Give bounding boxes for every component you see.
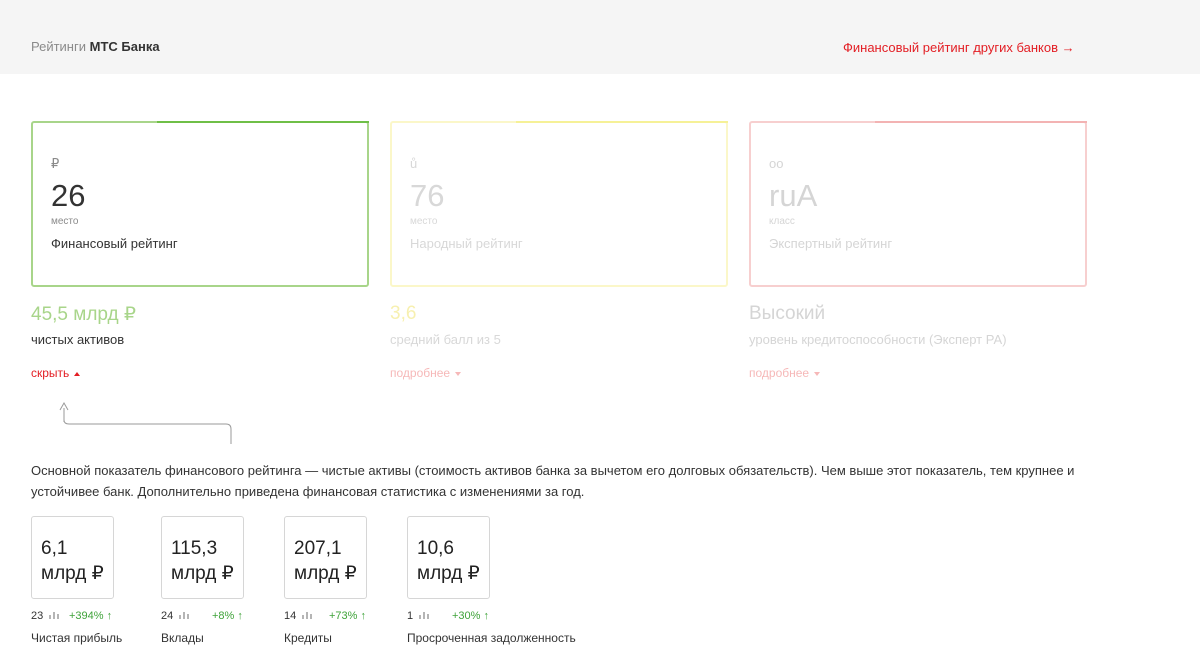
stat-rank: 1 (407, 610, 414, 622)
bar-chart-icon (49, 612, 60, 619)
bar-chart-icon (302, 612, 313, 619)
stat-overdue-debt: 10,6 млрд ₽ (407, 516, 490, 599)
card-financial-rating[interactable]: ₽ 26 место Финансовый рейтинг (31, 121, 369, 287)
caret-down-icon (814, 371, 821, 376)
card-title: Народный рейтинг (410, 236, 523, 251)
stat-meta: 24 +8% ↑ (161, 610, 243, 624)
summary-value-financial: 45,5 млрд ₽ (31, 304, 136, 325)
card-expert-rating[interactable]: oo ruA класс Экспертный рейтинг (749, 121, 1087, 287)
stat-meta: 23 +394% ↑ (31, 610, 112, 624)
card-unit: место (51, 216, 79, 227)
stat-rank: 14 (284, 610, 297, 622)
card-accent-line (875, 121, 1087, 123)
summary-value-expert: Высокий (749, 303, 826, 324)
stat-value-unit: млрд ₽ (294, 563, 357, 584)
stat-value: 6,1 (41, 538, 68, 559)
stat-change: +394% ↑ (69, 610, 113, 622)
stat-value-unit: млрд ₽ (171, 563, 234, 584)
card-value: ruA (769, 178, 818, 213)
glasses-icon: oo (769, 156, 784, 171)
summary-subtitle-popular: средний балл из 5 (390, 332, 501, 347)
toggle-label: подробнее (749, 366, 810, 380)
summary-subtitle-financial: чистых активов (31, 332, 125, 347)
stat-meta: 14 +73% ↑ (284, 610, 366, 624)
summary-value-popular: 3,6 (390, 303, 417, 324)
toggle-label: скрыть (31, 366, 70, 380)
card-title: Экспертный рейтинг (769, 236, 893, 251)
stat-meta: 1 +30% ↑ (407, 610, 489, 624)
toggle-label: подробнее (390, 366, 451, 380)
stat-rank: 24 (161, 610, 174, 622)
ruble-icon: ₽ (51, 156, 60, 171)
card-unit: место (410, 216, 438, 227)
stat-value-unit: млрд ₽ (417, 563, 480, 584)
card-title: Финансовый рейтинг (51, 236, 178, 251)
stat-value: 115,3 (171, 538, 218, 559)
stat-label: Вклады (161, 631, 204, 645)
stat-change: +30% ↑ (452, 610, 489, 622)
hide-toggle[interactable]: скрыть (31, 366, 81, 380)
stat-value: 10,6 (417, 538, 454, 559)
caret-up-icon (74, 371, 81, 376)
bar-chart-icon (179, 612, 190, 619)
card-unit: класс (769, 216, 795, 227)
breadcrumb-prefix: Рейтинги (31, 39, 86, 54)
stat-value: 207,1 (294, 538, 342, 559)
card-accent-line (516, 121, 728, 123)
breadcrumb: Рейтинги МТС Банка (31, 39, 160, 54)
description-text: Основной показатель финансового рейтинга… (31, 463, 1075, 499)
stat-loans: 207,1 млрд ₽ (284, 516, 367, 599)
top-bar: Рейтинги МТС Банка Финансовый рейтинг др… (0, 0, 1200, 74)
card-value: 26 (51, 178, 86, 213)
stat-rank: 23 (31, 610, 44, 622)
bank-name: МТС Банка (89, 39, 160, 54)
connector-arrow-icon (59, 401, 232, 444)
card-value: 76 (410, 178, 445, 213)
other-banks-link[interactable]: Финансовый рейтинг других банков → (843, 40, 1075, 55)
caret-down-icon (455, 371, 462, 376)
card-accent-line (157, 121, 369, 123)
summary-subtitle-expert: уровень кредитоспособности (Эксперт РА) (749, 332, 1007, 347)
card-popular-rating[interactable]: ů 76 место Народный рейтинг (390, 121, 728, 287)
stat-value-unit: млрд ₽ (41, 563, 104, 584)
smile-icon: ů (410, 156, 418, 171)
stat-label: Просроченная задолженность (407, 631, 576, 645)
stat-deposits: 115,3 млрд ₽ (161, 516, 244, 599)
stat-change: +8% ↑ (212, 610, 243, 622)
more-toggle-expert[interactable]: подробнее (749, 366, 821, 380)
stat-change: +73% ↑ (329, 610, 366, 622)
bar-chart-icon (419, 612, 430, 619)
stat-label: Кредиты (284, 631, 332, 645)
stat-net-profit: 6,1 млрд ₽ (31, 516, 114, 599)
stat-label: Чистая прибыль (31, 631, 123, 645)
more-toggle-popular[interactable]: подробнее (390, 366, 462, 380)
